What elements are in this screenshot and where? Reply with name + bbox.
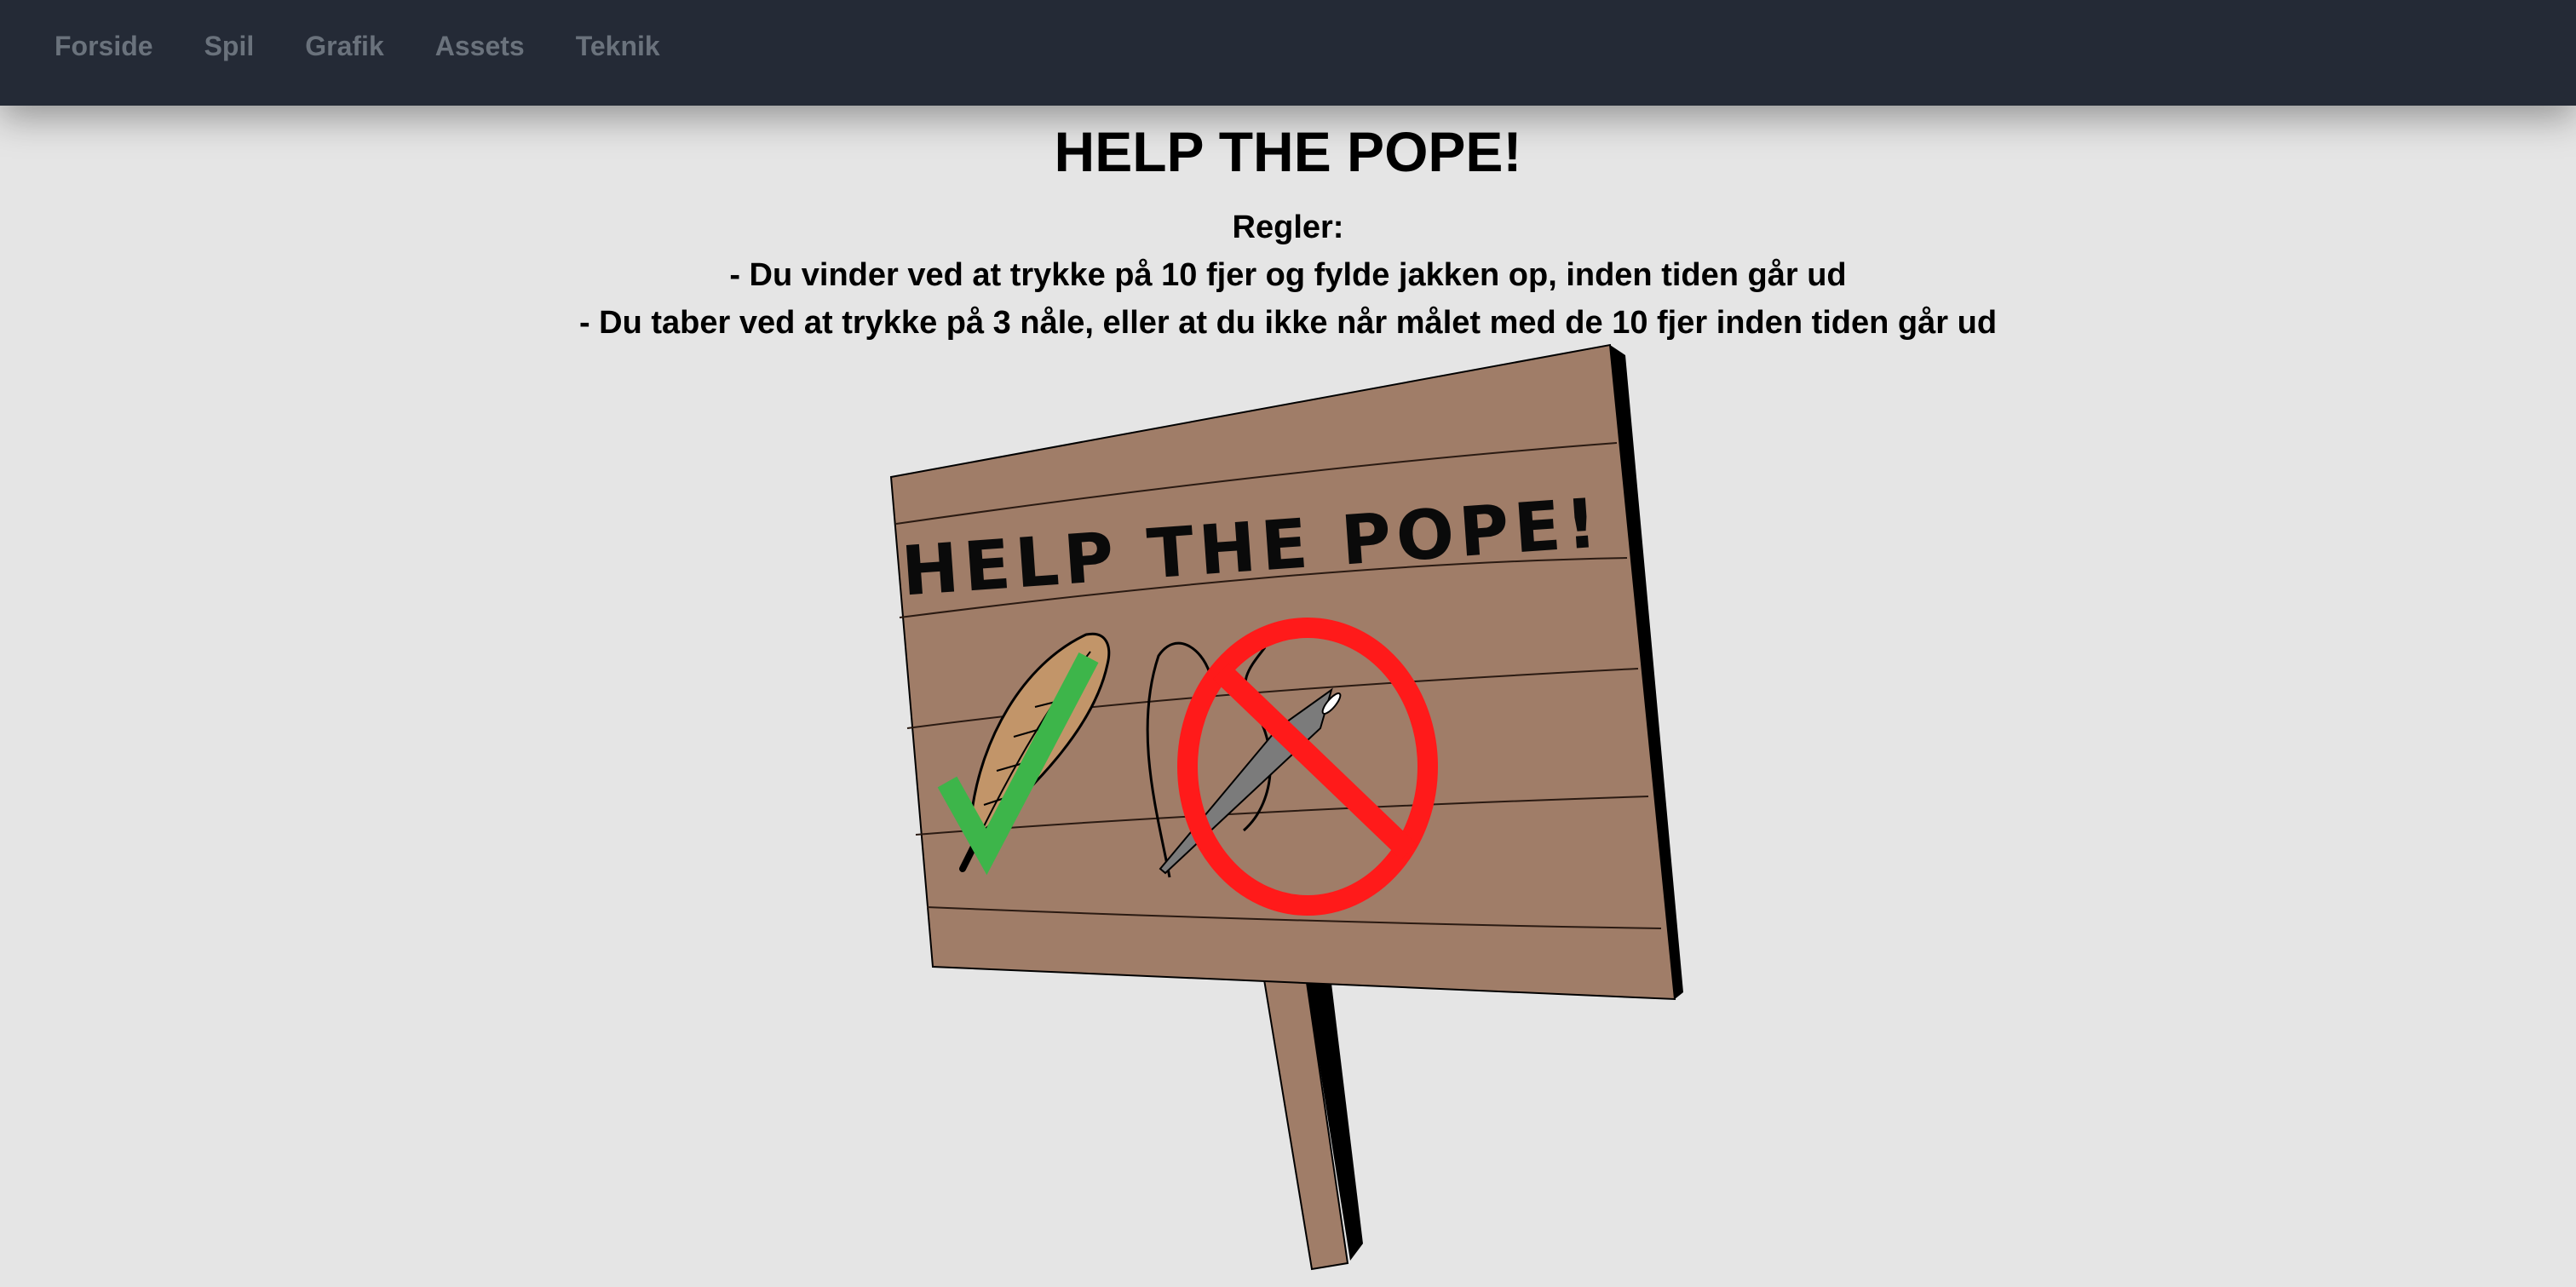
rule-win: - Du vinder ved at trykke på 10 fjer og … — [729, 257, 1847, 293]
nav-item-teknik[interactable]: Teknik — [576, 31, 660, 61]
nav-item-assets[interactable]: Assets — [435, 31, 525, 61]
game-sign-image[interactable]: HELP THE POPE! — [877, 341, 1712, 1283]
nav-item-spil[interactable]: Spil — [204, 31, 255, 61]
nav-list: Forside Spil Grafik Assets Teknik — [0, 0, 2576, 92]
page-title: HELP THE POPE! — [1054, 120, 1522, 183]
rule-lose: - Du taber ved at trykke på 3 nåle, elle… — [578, 305, 1998, 341]
main-content: HELP THE POPE! Regler: - Du vinder ved a… — [0, 106, 2576, 346]
sign-illustration: HELP THE POPE! — [877, 341, 1683, 1271]
rules-heading: Regler: — [1232, 210, 1344, 245]
sign-post — [1259, 958, 1363, 1271]
nav-item-grafik[interactable]: Grafik — [305, 31, 383, 61]
top-navbar: Forside Spil Grafik Assets Teknik — [0, 0, 2576, 106]
nav-item-forside[interactable]: Forside — [55, 31, 153, 61]
